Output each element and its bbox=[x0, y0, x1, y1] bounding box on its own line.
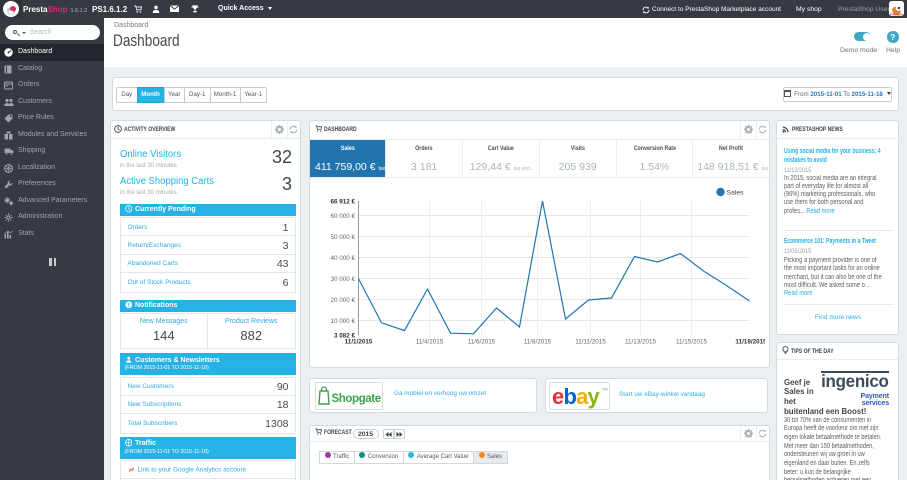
svg-text:ebay: ebay bbox=[552, 384, 601, 409]
svg-text:11/4/2015: 11/4/2015 bbox=[415, 339, 443, 346]
svg-text:60 000 €: 60 000 € bbox=[330, 213, 355, 220]
svg-text:11/6/2015: 11/6/2015 bbox=[467, 339, 495, 346]
svg-text:Sales: Sales bbox=[726, 190, 744, 197]
svg-text:PrestaShop: PrestaShop bbox=[890, 13, 904, 17]
svg-text:TM: TM bbox=[602, 387, 608, 392]
svg-text:50 000 €: 50 000 € bbox=[330, 234, 355, 241]
svg-text:30 000 €: 30 000 € bbox=[330, 276, 355, 283]
svg-text:11/1/2015: 11/1/2015 bbox=[344, 339, 372, 346]
svg-text:10 000 €: 10 000 € bbox=[330, 318, 355, 325]
svg-text:11/11/2015: 11/11/2015 bbox=[575, 339, 606, 346]
svg-text:66 912 €: 66 912 € bbox=[330, 199, 355, 206]
svg-text:40 000 €: 40 000 € bbox=[330, 255, 355, 262]
svg-text:11/18/2015: 11/18/2015 bbox=[735, 339, 765, 346]
svg-text:11/8/2015: 11/8/2015 bbox=[523, 339, 551, 346]
svg-text:11/15/2015: 11/15/2015 bbox=[675, 339, 707, 346]
svg-text:20 000 €: 20 000 € bbox=[330, 297, 355, 304]
svg-text:11/13/2015: 11/13/2015 bbox=[624, 339, 656, 346]
svg-text:Shopgate: Shopgate bbox=[332, 393, 381, 405]
